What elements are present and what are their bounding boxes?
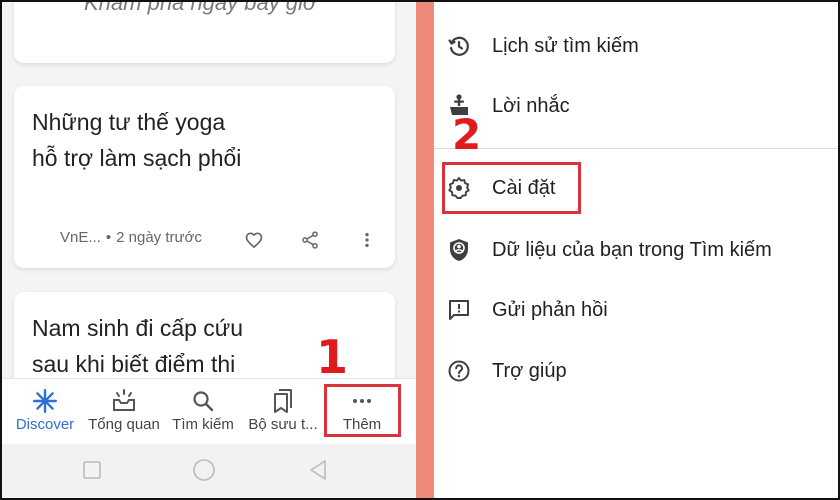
- card-meta: VnE... • 2 ngày trước: [60, 229, 202, 246]
- card-title[interactable]: Nam sinh đi cấp cứu sau khi biết điểm th…: [32, 310, 332, 382]
- home-circle-icon: [193, 459, 215, 481]
- nav-label: Tìm kiếm: [172, 416, 234, 433]
- heart-icon: [245, 232, 263, 249]
- search-icon: [191, 387, 215, 415]
- nav-tab-bo-suu-tap[interactable]: Bộ sưu t...: [244, 379, 322, 445]
- discover-feed: Khám phá ngay bây giờ Những tư thế yoga …: [0, 0, 416, 500]
- nav-label: Discover: [15, 416, 75, 433]
- panel-divider-strip: [416, 0, 434, 500]
- nav-label: Tổng quan: [88, 416, 160, 433]
- nav-tab-tim-kiem[interactable]: Tìm kiếm: [166, 379, 240, 445]
- nav-tab-tong-quan[interactable]: Tổng quan: [84, 379, 164, 445]
- help-circle-icon: [446, 358, 472, 384]
- share-icon: [302, 231, 318, 249]
- android-system-nav: [0, 444, 416, 500]
- menu-item-your-data[interactable]: Dữ liệu của bạn trong Tìm kiếm: [434, 228, 840, 272]
- highlight-settings: [442, 162, 581, 214]
- back-button[interactable]: [308, 459, 328, 486]
- nav-label: Bộ sưu t...: [248, 416, 318, 433]
- menu-label: Lời nhắc: [492, 94, 570, 117]
- card-title-line: Nam sinh đi cấp cứu: [32, 315, 243, 341]
- meta-separator: •: [105, 229, 112, 246]
- menu-label: Trợ giúp: [492, 359, 567, 382]
- discover-asterisk-icon: [32, 387, 58, 415]
- recent-apps-square-icon: [83, 461, 101, 479]
- menu-label: Gửi phản hồi: [492, 298, 608, 321]
- collections-bookmark-icon: [271, 387, 295, 415]
- menu-divider: [434, 148, 840, 149]
- snapshot-tray-icon: [110, 387, 138, 415]
- menu-item-search-history[interactable]: Lịch sử tìm kiếm: [434, 24, 840, 68]
- history-icon: [446, 33, 472, 59]
- more-options-button[interactable]: [355, 228, 379, 252]
- more-vert-icon: [365, 232, 369, 248]
- back-triangle-icon: [310, 460, 326, 480]
- menu-item-send-feedback[interactable]: Gửi phản hồi: [434, 288, 840, 332]
- menu-label: Dữ liệu của bạn trong Tìm kiếm: [492, 238, 772, 261]
- card-time: 2 ngày trước: [116, 229, 202, 246]
- feedback-icon: [446, 297, 472, 323]
- card-teaser: Khám phá ngay bây giờ: [84, 0, 317, 15]
- bottom-navigation: Discover Tổng quan Tìm kiếm Bộ sưu t... …: [0, 378, 416, 444]
- like-button[interactable]: [242, 228, 266, 252]
- nav-tab-discover[interactable]: Discover: [8, 379, 82, 445]
- shield-account-icon: [446, 237, 472, 263]
- recent-apps-button[interactable]: [82, 460, 102, 485]
- menu-item-help[interactable]: Trợ giúp: [434, 349, 840, 393]
- card-title-line: sau khi biết điểm thi: [32, 351, 236, 377]
- home-button[interactable]: [192, 458, 216, 487]
- share-button[interactable]: [298, 228, 322, 252]
- card-title[interactable]: Những tư thế yoga hỗ trợ làm sạch phổi: [32, 104, 332, 176]
- feed-card[interactable]: Những tư thế yoga hỗ trợ làm sạch phổi V…: [14, 86, 395, 268]
- highlight-them: [324, 384, 401, 437]
- card-title-line: Những tư thế yoga: [32, 109, 226, 135]
- card-source: VnE...: [60, 229, 101, 246]
- card-title-line: hỗ trợ làm sạch phổi: [32, 145, 242, 171]
- feed-card[interactable]: Khám phá ngay bây giờ: [14, 0, 395, 63]
- more-menu: Lịch sử tìm kiếm Lời nhắc Cài đặt 2 Dữ l…: [434, 0, 840, 500]
- step-1-marker: 1: [316, 330, 349, 384]
- step-2-marker: 2: [452, 110, 482, 159]
- menu-label: Lịch sử tìm kiếm: [492, 34, 639, 57]
- menu-item-reminders[interactable]: Lời nhắc: [434, 84, 840, 128]
